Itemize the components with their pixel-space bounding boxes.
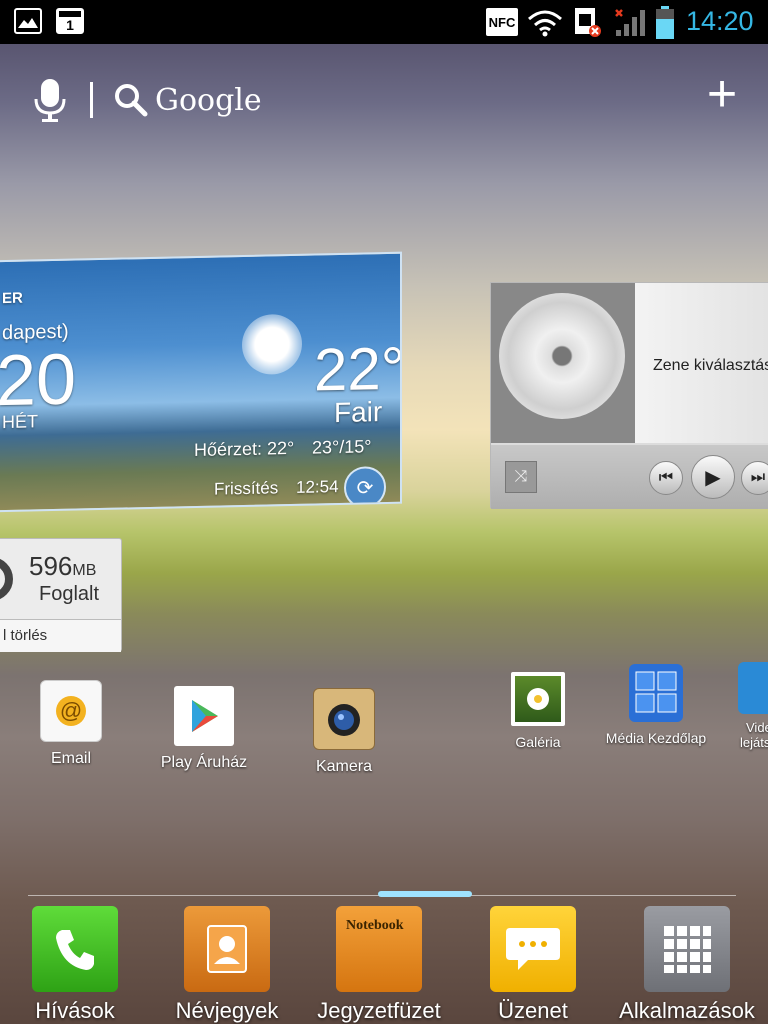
weather-refresh-time: 12:54 (296, 477, 339, 497)
weather-header: ER (2, 289, 23, 308)
app-label: Média Kezdőlap (605, 730, 707, 746)
search-icon[interactable] (113, 82, 149, 118)
calendar-notification-icon: 1 (56, 8, 84, 34)
app-camera[interactable]: Kamera (284, 688, 404, 776)
music-prompt[interactable]: Zene kiválasztás (653, 357, 768, 375)
email-icon: @ (40, 680, 102, 742)
wifi-icon (528, 10, 562, 37)
video-player-icon (738, 662, 768, 714)
phone-icon (32, 906, 118, 992)
shuffle-icon[interactable]: ⤨ (505, 461, 537, 493)
microphone-icon[interactable] (30, 75, 70, 125)
memory-unit: MB (72, 562, 97, 579)
gallery-icon (511, 672, 565, 726)
dock-label: Névjegyek (175, 998, 279, 1023)
sim-error-icon (575, 8, 601, 37)
app-media-home[interactable]: Média Kezdőlap (596, 664, 716, 746)
memory-clear-button[interactable]: l törlés (0, 619, 121, 652)
dock-label: Hívások (35, 998, 115, 1023)
app-label: Play Áruház (160, 754, 248, 771)
page-indicator (378, 891, 472, 897)
sun-graphic (242, 313, 302, 376)
weather-day: HÉT (2, 411, 38, 433)
dock-label: Jegyzetfüzet (317, 998, 441, 1023)
play-store-icon (174, 686, 234, 746)
app-label: Email (50, 750, 91, 767)
dock-apps[interactable]: Alkalmazások (612, 906, 762, 1024)
app-gallery[interactable]: Galéria (478, 672, 598, 750)
previous-icon[interactable]: ⏮ (649, 461, 683, 495)
status-bar: 1 NFC 14:20 (0, 0, 768, 44)
dock-messages[interactable]: Üzenet (458, 906, 608, 1024)
next-icon[interactable]: ⏭ (741, 461, 768, 495)
memory-usage: 596MB (29, 551, 96, 582)
svg-text:@: @ (60, 698, 82, 723)
memory-clear-label: l törlés (3, 627, 48, 644)
battery-icon (656, 6, 674, 39)
app-video-player[interactable]: Vide lejáts (738, 662, 768, 762)
weather-feels-like: Hőérzet: 22° (194, 437, 295, 461)
weather-refresh-label: Frissítés (214, 478, 279, 499)
add-icon[interactable]: + (700, 68, 744, 120)
message-icon (490, 906, 576, 992)
notification-icons: 1 (14, 8, 84, 34)
app-label: Vide (746, 720, 768, 735)
dock-phone[interactable]: Hívások (0, 906, 150, 1024)
dock-label: Üzenet (498, 998, 568, 1023)
play-icon[interactable]: ▶ (691, 455, 735, 499)
weather-temp: 22° (314, 334, 402, 404)
cd-icon (499, 293, 625, 419)
notebook-icon-text: Notebook (346, 918, 404, 933)
music-controls: ⤨ ⏮ ▶ ⏭ (491, 445, 768, 509)
dock-contacts[interactable]: Névjegyek (152, 906, 302, 1024)
search-divider (90, 82, 93, 118)
music-widget[interactable]: Zene kiválasztás ⤨ ⏮ ▶ ⏭ (490, 282, 768, 509)
media-home-icon (629, 664, 683, 722)
memory-used-label: Foglalt (39, 583, 100, 605)
google-search-bar[interactable]: Google (30, 72, 330, 128)
weather-left-temp: 20 (0, 339, 77, 422)
contacts-icon (184, 906, 270, 992)
app-label-line2: lejáts (740, 735, 768, 750)
app-label: Galéria (515, 734, 561, 750)
weather-condition: Fair (334, 396, 383, 429)
google-label[interactable]: Google (155, 83, 262, 118)
camera-icon (313, 688, 375, 750)
app-play-store[interactable]: Play Áruház (144, 686, 264, 772)
apps-grid-icon (644, 906, 730, 992)
dock-notebook[interactable]: Notebook Jegyzetfüzet (304, 906, 454, 1024)
dock-label: Alkalmazások (619, 998, 755, 1023)
nfc-badge: NFC (486, 8, 518, 36)
app-email[interactable]: @ Email (11, 680, 131, 768)
gallery-notification-icon (14, 8, 42, 34)
app-label: Kamera (315, 758, 373, 775)
memory-widget[interactable]: 596MB Foglalt l törlés (0, 538, 122, 652)
refresh-icon[interactable]: ⟳ (344, 466, 386, 509)
weather-widget[interactable]: ER dapest) 20 HÉT 22° Fair Hőérzet: 22° … (0, 251, 402, 513)
status-clock: 14:20 (686, 6, 754, 36)
memory-value: 596 (29, 551, 73, 581)
weather-high-low: 23°/15° (312, 436, 372, 458)
memory-gauge (0, 557, 13, 601)
no-signal-icon (615, 9, 645, 36)
notebook-icon: Notebook (336, 906, 422, 992)
